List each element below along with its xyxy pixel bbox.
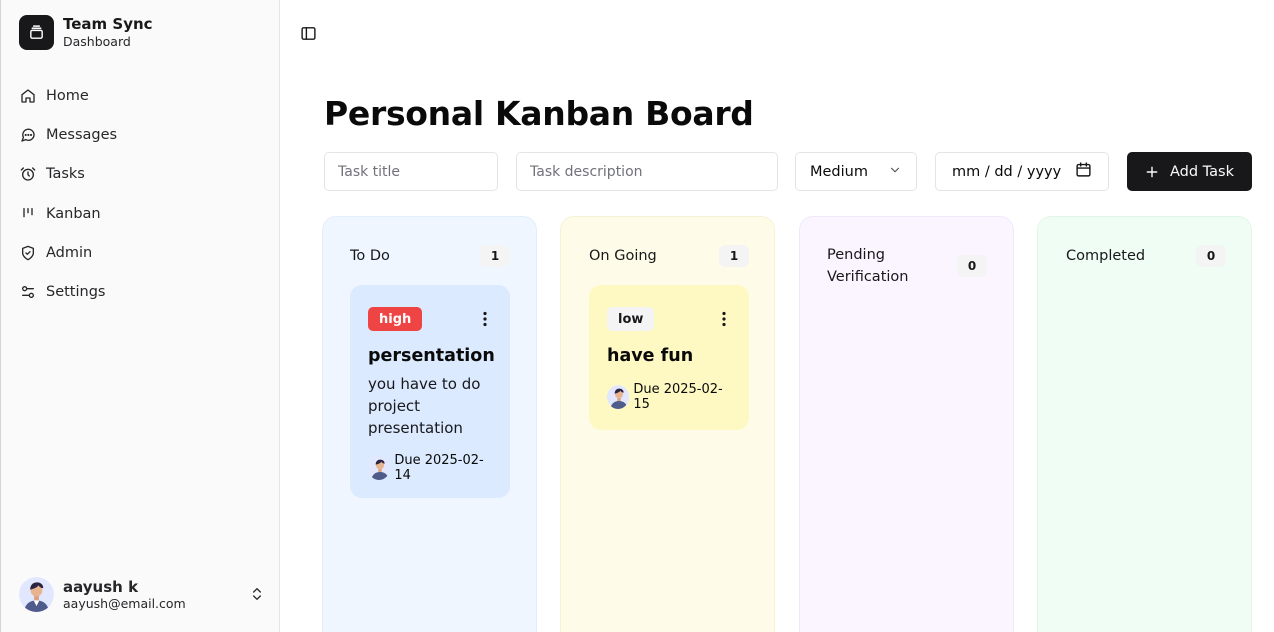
avatar — [368, 456, 391, 480]
column-ongoing[interactable]: On Going 1 low have fun Due 2025-02-15 — [560, 216, 775, 632]
date-placeholder: mm / dd / yyyy — [952, 163, 1062, 180]
sidebar-item-messages[interactable]: Messages — [19, 115, 263, 154]
column-title: Pending Verification — [827, 247, 909, 285]
sidebar-item-kanban[interactable]: Kanban — [19, 194, 263, 233]
sliders-icon — [19, 284, 36, 301]
brand-subtitle: Dashboard — [63, 34, 131, 49]
sidebar-item-label: Admin — [46, 244, 93, 261]
plus-icon — [1145, 165, 1159, 179]
column-title: Completed — [1066, 248, 1146, 264]
priority-value: Medium — [810, 163, 868, 180]
sidebar-item-label: Kanban — [46, 205, 101, 222]
column-count-badge: 1 — [719, 245, 749, 267]
user-menu[interactable]: aayush k aayush@email.com — [19, 577, 265, 612]
sidebar-toggle-icon[interactable] — [300, 25, 317, 42]
task-title-input[interactable] — [324, 152, 498, 191]
layers-icon — [19, 15, 54, 50]
priority-select[interactable]: Medium — [795, 152, 917, 191]
column-title: To Do — [350, 248, 390, 264]
column-count-badge: 1 — [480, 245, 510, 267]
user-name: aayush k — [63, 577, 139, 596]
sidebar-item-label: Home — [46, 87, 89, 104]
calendar-icon[interactable] — [1075, 161, 1092, 182]
task-card[interactable]: low have fun Due 2025-02-15 — [589, 285, 749, 430]
task-due: Due 2025-02-14 — [368, 453, 493, 483]
kanban-icon — [19, 205, 36, 222]
column-count-badge: 0 — [1196, 245, 1226, 267]
due-date-text: Due 2025-02-15 — [633, 382, 723, 412]
task-description: you have to do project presentation — [368, 375, 481, 437]
sidebar-nav: Home Messages Tasks Kanban Admin Setting… — [19, 76, 263, 312]
column-pending-verification[interactable]: Pending Verification 0 — [799, 216, 1014, 632]
brand[interactable]: Team Sync Dashboard — [19, 15, 153, 50]
sidebar-item-label: Tasks — [46, 166, 85, 183]
column-title: On Going — [589, 248, 657, 264]
avatar — [607, 385, 630, 409]
sidebar: Team Sync Dashboard Home Messages Tasks — [0, 0, 280, 632]
page-title: Personal Kanban Board — [324, 94, 754, 133]
more-vertical-icon[interactable] — [477, 311, 493, 327]
due-date-input[interactable]: mm / dd / yyyy — [935, 152, 1109, 191]
sidebar-item-home[interactable]: Home — [19, 76, 263, 115]
priority-badge: high — [368, 307, 423, 331]
task-title: have fun — [607, 346, 694, 366]
home-icon — [19, 87, 36, 104]
avatar — [19, 577, 54, 612]
more-vertical-icon[interactable] — [716, 311, 732, 327]
chevron-down-icon — [888, 163, 902, 181]
chevrons-up-down-icon[interactable] — [249, 585, 265, 607]
add-task-label: Add Task — [1170, 163, 1234, 180]
task-card[interactable]: high persentation you have to do project… — [350, 285, 510, 498]
column-todo[interactable]: To Do 1 high persentation you have to do… — [322, 216, 537, 632]
sidebar-item-admin[interactable]: Admin — [19, 233, 263, 272]
task-description-input[interactable] — [516, 152, 778, 191]
task-title: persentation — [368, 346, 495, 366]
message-circle-icon — [19, 126, 36, 143]
sidebar-item-settings[interactable]: Settings — [19, 272, 263, 311]
user-email: aayush@email.com — [63, 595, 186, 611]
due-date-text: Due 2025-02-14 — [394, 453, 484, 483]
sidebar-item-label: Messages — [46, 126, 118, 143]
add-task-button[interactable]: Add Task — [1127, 152, 1252, 191]
shield-check-icon — [19, 244, 36, 261]
brand-title: Team Sync — [63, 15, 153, 33]
column-completed[interactable]: Completed 0 — [1037, 216, 1252, 632]
sidebar-item-tasks[interactable]: Tasks — [19, 155, 263, 194]
column-count-badge: 0 — [957, 255, 987, 277]
alarm-clock-icon — [19, 166, 36, 183]
task-due: Due 2025-02-15 — [607, 382, 732, 412]
priority-badge: low — [607, 307, 655, 331]
sidebar-item-label: Settings — [46, 284, 106, 301]
